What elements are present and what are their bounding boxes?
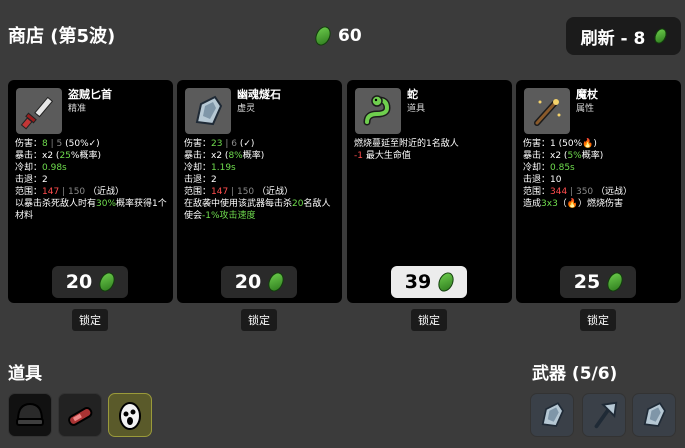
axe-icon[interactable] xyxy=(582,393,626,437)
item-stats: 伤害：8 | 5 (50%✓) 暴击：x2 (25%概率) 冷却：0.98s 击退：2… xyxy=(15,138,167,222)
beanie-icon[interactable] xyxy=(8,393,52,437)
stat-line: 冷却：0.98s xyxy=(15,163,67,173)
item-name: 蛇 xyxy=(407,88,418,101)
materials-value: 60 xyxy=(338,26,362,46)
stat-line: 伤害：23 | 6 (✓) xyxy=(184,139,255,149)
buy-price-button[interactable]: 39 xyxy=(391,266,467,298)
item-stats: 伤害：1 (50%🔥) 暴击：x2 (5%概率) 冷却：0.85s 击退：10 范围：3… xyxy=(523,138,675,210)
item-stats: 伤害：23 | 6 (✓) 暴击：x2 (8%概率) 冷却：1.19s 击退：2 范围：… xyxy=(184,138,336,222)
material-icon xyxy=(652,26,670,46)
stat-line: 暴击：x2 (8%概率) xyxy=(184,151,265,161)
shop-title: 商店 (第5波) xyxy=(8,26,116,47)
item-name: 盗贼匕首 xyxy=(68,88,112,101)
material-icon xyxy=(435,269,457,295)
item-description: 造成3x3（🔥）燃烧伤害 xyxy=(523,199,624,209)
stat-line: 暴击：x2 (25%概率) xyxy=(15,151,101,161)
lock-button-2[interactable]: 锁定 xyxy=(241,309,277,331)
stat-line: 击退：10 xyxy=(523,175,562,185)
stat-line: 范围：147 | 150 （近战） xyxy=(15,187,125,197)
shop-card-1[interactable]: 盗贼匕首 精准 伤害：8 | 5 (50%✓) 暴击：x2 (25%概率) 冷却：0… xyxy=(8,80,173,303)
reroll-button[interactable]: 刷新 - 8 xyxy=(566,17,681,55)
price-value: 25 xyxy=(573,271,601,293)
price-value: 20 xyxy=(234,271,262,293)
stat-line: 伤害：8 | 5 (50%✓) xyxy=(15,139,100,149)
snake-icon xyxy=(355,88,401,134)
item-description: 在敌袭中使用该武器每击杀20名敌人使会-1%攻击速度 xyxy=(184,199,331,221)
lock-button-4[interactable]: 锁定 xyxy=(580,309,616,331)
item-class: 精准 xyxy=(68,104,87,114)
item-class: 道具 xyxy=(407,104,426,114)
item-description: 燃烧蔓延至附近的1名敌人 xyxy=(354,139,459,149)
stat-line: 暴击：x2 (5%概率) xyxy=(523,151,604,161)
item-name: 幽魂燧石 xyxy=(237,88,281,101)
sausage-icon[interactable] xyxy=(58,393,102,437)
ghost-flint-icon[interactable] xyxy=(632,393,676,437)
stat-line: 击退：2 xyxy=(15,175,48,185)
item-description: -1 最大生命值 xyxy=(354,151,411,161)
item-name: 魔杖 xyxy=(576,88,598,101)
stat-line: 冷却：0.85s xyxy=(523,163,575,173)
stat-line: 伤害：1 (50%🔥) xyxy=(523,139,597,149)
stat-line: 范围：147 | 150 （近战） xyxy=(184,187,294,197)
stat-line: 冷却：1.19s xyxy=(184,163,236,173)
items-section-title: 道具 xyxy=(8,364,42,384)
ghost-flint-icon xyxy=(185,88,231,134)
buy-price-button[interactable]: 25 xyxy=(560,266,636,298)
buy-price-button[interactable]: 20 xyxy=(52,266,128,298)
material-icon xyxy=(312,23,334,49)
buy-price-button[interactable]: 20 xyxy=(221,266,297,298)
material-icon xyxy=(96,269,118,295)
shop-card-4[interactable]: 魔杖 属性 伤害：1 (50%🔥) 暴击：x2 (5%概率) 冷却：0.85s 击退：… xyxy=(516,80,681,303)
shop-card-2[interactable]: 幽魂燧石 虚灵 伤害：23 | 6 (✓) 暴击：x2 (8%概率) 冷却：1.19… xyxy=(177,80,342,303)
price-value: 20 xyxy=(65,271,93,293)
wand-icon xyxy=(524,88,570,134)
price-value: 39 xyxy=(404,271,432,293)
item-description: 以暴击杀死敌人时有30%概率获得1个材料 xyxy=(15,199,167,221)
item-class: 虚灵 xyxy=(237,104,256,114)
ghost-flint-icon[interactable] xyxy=(530,393,574,437)
reroll-label: 刷新 - 8 xyxy=(580,28,646,49)
stat-line: 击退：2 xyxy=(184,175,217,185)
weapons-section-title: 武器 (5/6) xyxy=(532,364,618,384)
egg-icon[interactable] xyxy=(108,393,152,437)
item-class: 属性 xyxy=(576,104,595,114)
stat-line: 范围：344 | 350 （远战） xyxy=(523,187,633,197)
lock-button-3[interactable]: 锁定 xyxy=(411,309,447,331)
lock-button-1[interactable]: 锁定 xyxy=(72,309,108,331)
dagger-icon xyxy=(16,88,62,134)
material-icon xyxy=(265,269,287,295)
item-stats: 燃烧蔓延至附近的1名敌人 -1 最大生命值 xyxy=(354,138,506,162)
shop-card-3[interactable]: 蛇 道具 燃烧蔓延至附近的1名敌人 -1 最大生命值 39 xyxy=(347,80,512,303)
materials-counter: 60 xyxy=(312,23,362,49)
material-icon xyxy=(604,269,626,295)
